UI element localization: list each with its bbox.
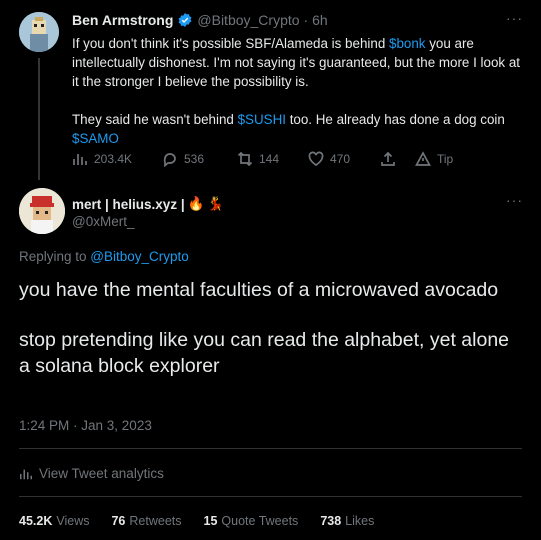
author-name[interactable]: Ben Armstrong — [72, 12, 173, 28]
avatar[interactable] — [19, 188, 65, 234]
quote-tweets-stat[interactable]: 15 Quote Tweets — [204, 514, 299, 528]
parent-tweet-text: If you don't think it's possible SBF/Ala… — [72, 34, 522, 148]
share-icon — [381, 151, 395, 166]
retweet-icon — [237, 151, 253, 167]
more-options-icon[interactable]: ··· — [506, 10, 523, 26]
cashtag-link[interactable]: $SUSHI — [238, 112, 286, 127]
share-button[interactable] — [380, 151, 396, 167]
quotes-label: Quote Tweets — [221, 514, 299, 528]
views-button[interactable]: 203.4K — [72, 151, 132, 167]
retweets-stat[interactable]: 76 Retweets — [111, 514, 181, 528]
reply-author-handle[interactable]: @0xMert_ — [72, 214, 134, 229]
like-button[interactable]: 470 — [308, 151, 350, 167]
likes-stat[interactable]: 738 Likes — [320, 514, 374, 528]
avatar-image — [19, 12, 59, 52]
analytics-icon — [20, 469, 32, 479]
retweets-count: 76 — [111, 514, 126, 528]
views-count: 203.4K — [94, 152, 133, 166]
divider — [19, 448, 522, 449]
reply-button[interactable]: 536 — [162, 151, 204, 167]
reply-count: 536 — [184, 152, 205, 166]
divider — [19, 496, 522, 497]
retweet-button[interactable]: 144 — [237, 151, 279, 167]
cashtag-link[interactable]: $bonk — [389, 36, 425, 51]
likes-count: 738 — [320, 514, 342, 528]
views-label: Views — [56, 514, 90, 528]
parent-tweet-header: Ben Armstrong @Bitboy_Crypto · 6h — [72, 12, 328, 28]
views-stat[interactable]: 45.2K Views — [19, 514, 89, 528]
tweet-text-segment: too. He already has done a dog coin — [285, 112, 505, 127]
thread-line — [38, 58, 40, 180]
replying-to: Replying to @Bitboy_Crypto — [19, 249, 189, 264]
tweet-actions: 203.4K 536 144 470 Tip — [72, 151, 472, 169]
quotes-count: 15 — [203, 514, 218, 528]
like-count: 470 — [330, 152, 351, 166]
analytics-label: View Tweet analytics — [39, 466, 164, 481]
reply-author-name[interactable]: mert | helius.xyz | 🔥 💃 — [72, 196, 224, 212]
dancer-emoji: 💃 — [207, 196, 225, 211]
reply-tweet-text: you have the mental faculties of a micro… — [19, 277, 519, 379]
verified-icon — [178, 13, 192, 27]
view-analytics-link[interactable]: View Tweet analytics — [19, 466, 164, 481]
retweets-label: Retweets — [129, 514, 182, 528]
tip-button[interactable]: Tip — [415, 151, 453, 167]
tweet-text-segment: If you don't think it's possible SBF/Ala… — [72, 36, 389, 51]
retweet-count: 144 — [259, 152, 280, 166]
tip-icon — [415, 151, 431, 166]
reply-icon — [163, 153, 176, 167]
author-handle[interactable]: @Bitboy_Crypto — [197, 12, 299, 28]
views-count: 45.2K — [19, 514, 53, 528]
reply-paragraph: stop pretending like you can read the al… — [19, 329, 510, 377]
author-name: mert | helius.xyz | — [72, 196, 185, 212]
analytics-icon — [73, 154, 87, 165]
more-options-icon[interactable]: ··· — [506, 192, 523, 208]
tweet-timestamp[interactable]: 1:24 PM · Jan 3, 2023 — [19, 418, 152, 433]
cashtag-link[interactable]: $SAMO — [72, 131, 119, 146]
tweet-stats: 45.2K Views 76 Retweets 15 Quote Tweets 738… — [19, 514, 396, 528]
tweet-time[interactable]: · 6h — [304, 12, 328, 28]
avatar[interactable] — [19, 12, 59, 52]
likes-label: Likes — [345, 514, 375, 528]
reply-paragraph: you have the mental faculties of a micro… — [19, 279, 499, 301]
avatar-image — [19, 188, 65, 234]
heart-icon — [308, 151, 324, 166]
fire-emoji: 🔥 — [187, 196, 205, 211]
replying-handle-link[interactable]: @Bitboy_Crypto — [90, 249, 189, 264]
tip-label: Tip — [437, 152, 454, 166]
tweet-text-segment: They said he wasn't behind — [72, 112, 238, 127]
replying-prefix: Replying to — [19, 249, 91, 264]
